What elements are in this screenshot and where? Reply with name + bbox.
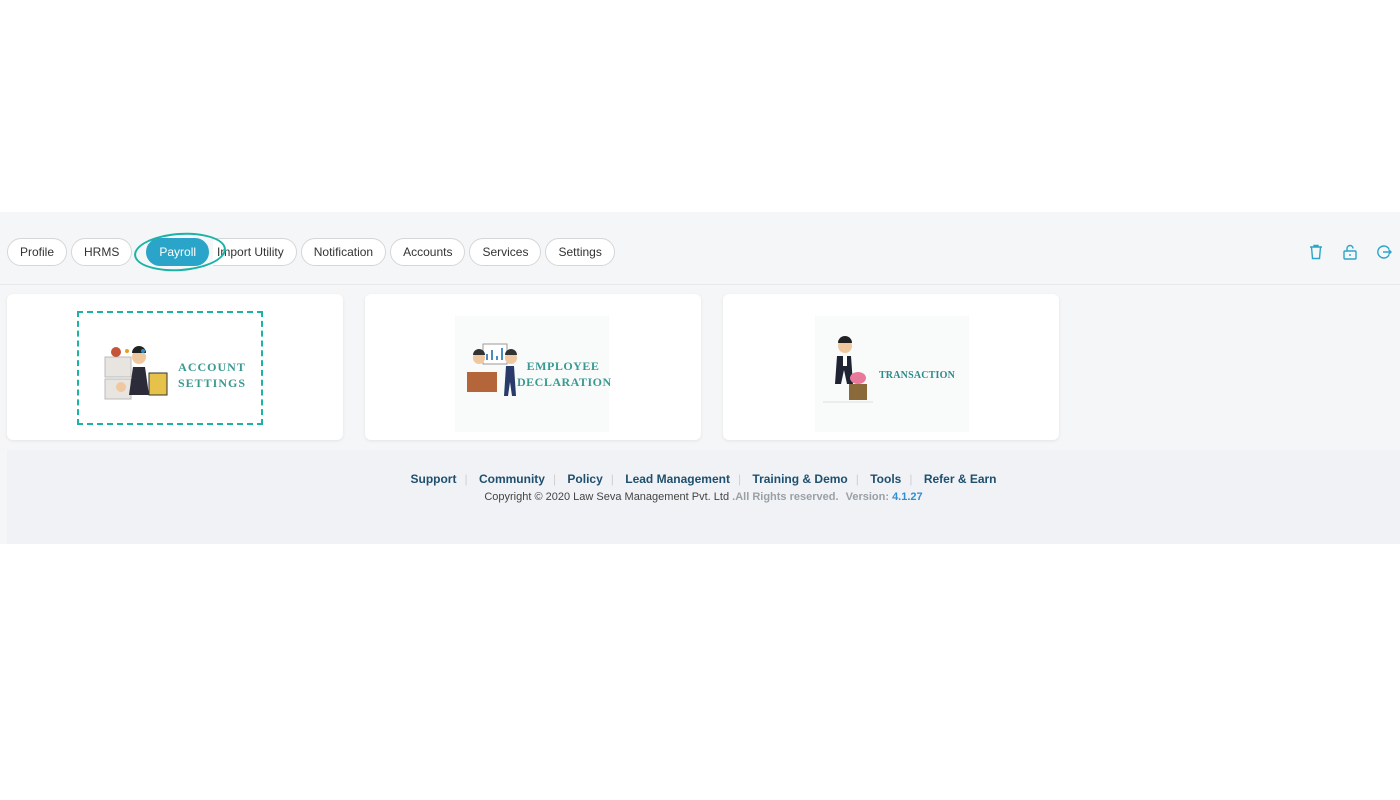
payroll-page: Profile HRMS Payroll Import Utility Noti… [0,212,1400,544]
tab-payroll[interactable]: Payroll [146,238,210,266]
trash-icon[interactable] [1306,242,1326,262]
footer-link-tools[interactable]: Tools [870,472,901,486]
divider: | [464,472,468,486]
footer-link-lead-management[interactable]: Lead Management [625,472,730,486]
unlock-icon[interactable] [1340,242,1360,262]
tab-hrms[interactable]: HRMS [71,238,133,266]
tab-accounts[interactable]: Accounts [390,238,466,266]
employee-declaration-card[interactable]: EMPLOYEE DECLARATION [365,294,701,440]
divider: | [909,472,913,486]
payroll-cards: ACCOUNT SETTINGS EMPLOYEE DECLARATION TR… [7,294,1059,440]
tab-settings[interactable]: Settings [545,238,615,266]
footer-link-support[interactable]: Support [410,472,456,486]
card-title-line1: ACCOUNT [178,360,246,374]
footer-link-training-demo[interactable]: Training & Demo [752,472,847,486]
copyright: Copyright © 2020 Law Seva Management Pvt… [7,491,1400,503]
tab-services[interactable]: Services [469,238,542,266]
footer-link-refer-earn[interactable]: Refer & Earn [924,472,997,486]
footer-links: Support | Community | Policy | Lead Managem… [7,472,1400,486]
divider: | [855,472,859,486]
logout-icon[interactable] [1374,242,1394,262]
nav-actions [1306,242,1394,262]
card-title: TRANSACTION [875,368,959,384]
card-title-line2: SETTINGS [177,376,247,390]
card-title-line1: EMPLOYEE [526,359,600,373]
version-label: Version: [845,491,889,503]
footer: Support | Community | Policy | Lead Managem… [7,450,1400,544]
transaction-card[interactable]: TRANSACTION [723,294,1059,440]
card-title: ACCOUNT SETTINGS [175,359,249,391]
employee-declaration-illustration: EMPLOYEE DECLARATION [455,316,612,432]
version-number: 4.1.27 [892,491,923,503]
top-navbar: Profile HRMS Payroll Import Utility Noti… [0,212,1400,285]
account-settings-card[interactable]: ACCOUNT SETTINGS [7,294,343,440]
footer-link-community[interactable]: Community [479,472,545,486]
account-settings-illustration: ACCOUNT SETTINGS [77,311,263,425]
tab-import-utility[interactable]: Import Utility [213,238,297,266]
rights-text: .All Rights reserved. [732,491,839,503]
card-title-line1: TRANSACTION [878,370,956,381]
tab-profile[interactable]: Profile [7,238,68,266]
footer-link-policy[interactable]: Policy [567,472,602,486]
card-title-line2: DECLARATION [517,375,612,389]
copyright-text: Copyright © 2020 Law Seva Management Pvt… [484,491,730,503]
card-title: EMPLOYEE DECLARATION [517,358,612,390]
divider: | [610,472,614,486]
main-tabs: Profile HRMS Payroll Import Utility Noti… [7,238,619,266]
divider: | [552,472,557,486]
divider: | [737,472,742,486]
transaction-illustration: TRANSACTION [815,316,969,432]
tab-notification[interactable]: Notification [300,238,387,266]
